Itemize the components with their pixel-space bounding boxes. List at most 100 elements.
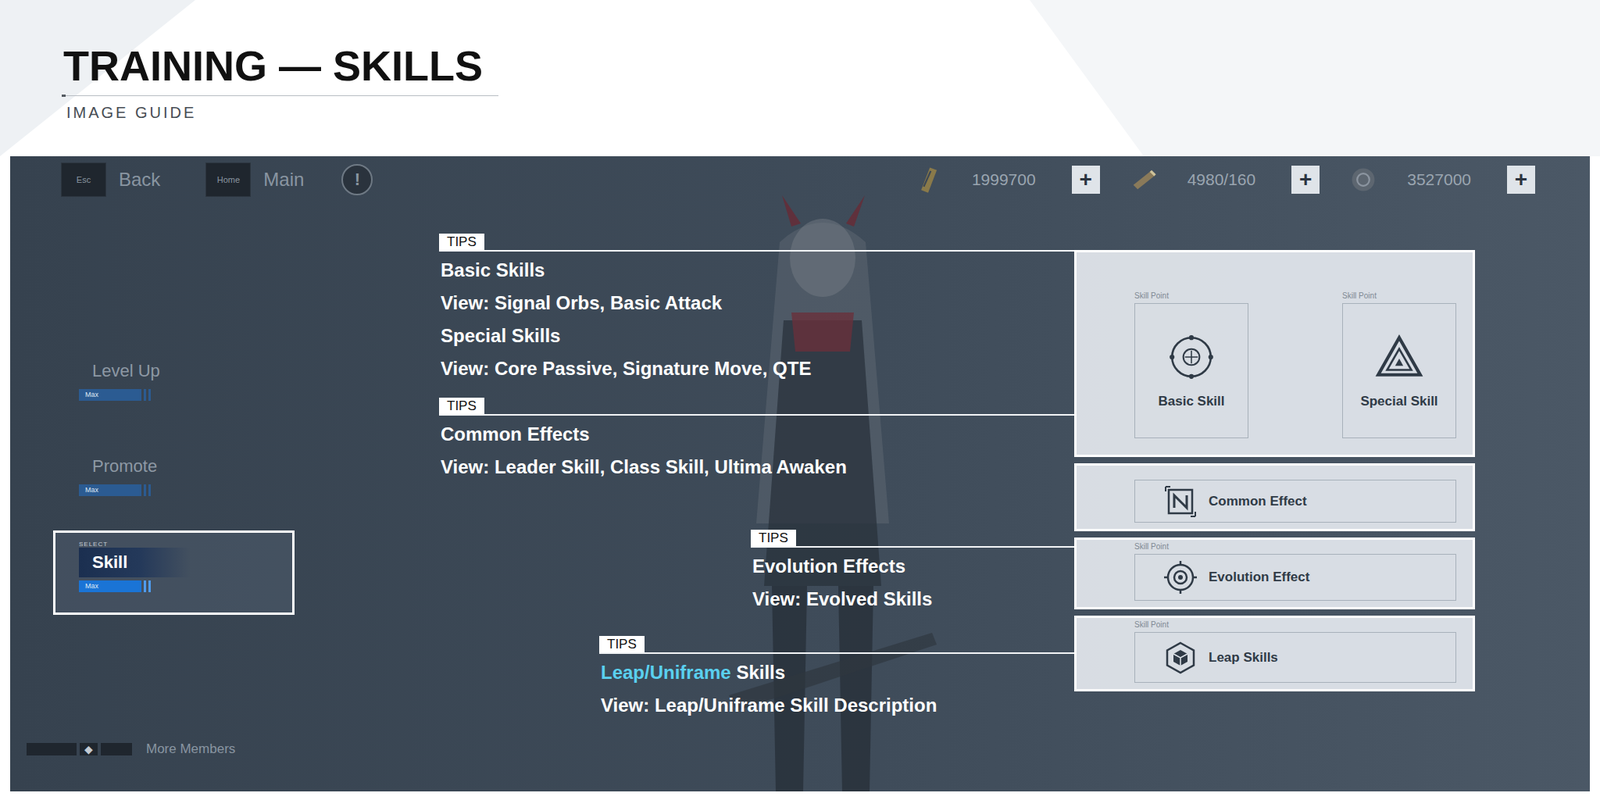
ticket-icon	[912, 164, 944, 196]
pointer-line	[439, 414, 1075, 416]
tip-text: View: Core Passive, Signature Move, QTE	[440, 352, 811, 386]
bar-track: Max	[78, 484, 142, 497]
level-bar: Max	[78, 484, 151, 497]
tip-text-part: View: Core Passive, Signature Move, QTE	[440, 357, 811, 379]
skill-row-panel: Common Effect	[1074, 463, 1475, 532]
skill-card-wrap: Skill Point Special Skill	[1342, 291, 1457, 455]
menu-label: Promote	[78, 451, 220, 482]
tips-tag: TIPS	[750, 529, 797, 547]
image-guide-page: TRAINING — SKILLS IMAGE GUIDE Esc Back Home M…	[0, 0, 1600, 800]
coin-icon	[1347, 164, 1379, 196]
tip-text-part: Common Effects	[440, 423, 590, 445]
tip-text: View: Leap/Uniframe Skill Description	[600, 689, 937, 722]
skill-main-panel: Skill Point Basic Skill Skill Point Special…	[1074, 250, 1475, 458]
guide-header: TRAINING — SKILLS IMAGE GUIDE	[0, 0, 1600, 157]
menu-item[interactable]: Promote Max	[53, 435, 295, 520]
add-button[interactable]: +	[1507, 165, 1536, 194]
skill-card-label: Special Skill	[1360, 393, 1438, 410]
menu-item[interactable]: SELECTSkill Max	[53, 530, 295, 615]
tip-text: Special Skills	[440, 319, 811, 353]
skill-point-label: Skill Point	[1134, 620, 1457, 630]
menu-label: Level Up	[78, 356, 223, 386]
tip-text-part: View: Signal Orbs, Basic Attack	[440, 292, 722, 314]
tip-body: Leap/Uniframe SkillsView: Leap/Uniframe …	[599, 656, 937, 722]
select-tag: SELECT	[78, 540, 108, 548]
max-badge: Max	[85, 485, 99, 495]
tips-tag: TIPS	[439, 397, 485, 415]
alert-icon[interactable]: !	[341, 164, 373, 196]
bar-tick	[148, 389, 151, 401]
tip-text: Evolution Effects	[752, 550, 933, 583]
tip-text-part: View: Leader Skill, Class Skill, Ultima …	[440, 456, 847, 478]
tip-body: Evolution Effects View: Evolved Skills	[750, 550, 933, 616]
top-bar: Esc Back Home Main! 1999700+ 4980/160+ 3527000…	[10, 156, 1590, 204]
key-cap: Esc	[60, 162, 107, 197]
menu-item[interactable]: Level Up Max	[53, 339, 295, 425]
bar-track: Max	[78, 580, 142, 593]
tip-text: Basic Skills	[440, 253, 811, 287]
nav-button[interactable]: Esc Back	[60, 162, 161, 197]
tip-text-part: View: Evolved Skills	[752, 588, 933, 610]
skill-row-label: Leap Skills	[1208, 650, 1279, 666]
skill-row[interactable]: Evolution Effect	[1134, 553, 1457, 601]
tips-tag: TIPS	[599, 635, 645, 653]
resource-counter: 3527000+	[1347, 164, 1536, 196]
leap-skill-icon	[1163, 640, 1198, 675]
orb-icon	[1167, 332, 1216, 382]
tips-tag: TIPS	[439, 233, 485, 250]
resource-counter: 1999700+	[912, 164, 1100, 196]
skill-card[interactable]: Basic Skill	[1134, 303, 1249, 439]
tip-text: View: Leader Skill, Class Skill, Ultima …	[440, 450, 847, 484]
skill-row[interactable]: Leap Skills	[1134, 632, 1457, 683]
menu-label: Skill	[78, 547, 190, 578]
skill-point-label: Skill Point	[1342, 291, 1457, 301]
evolution-effect-icon	[1163, 560, 1198, 595]
tip-text: Common Effects	[440, 417, 847, 451]
more-members-label: More Members	[146, 741, 236, 758]
skill-row[interactable]: Common Effect	[1134, 479, 1457, 523]
tip-callout: TIPSLeap/Uniframe SkillsView: Leap/Unifr…	[599, 635, 1075, 722]
more-members-button[interactable]: ◆More Members	[26, 741, 295, 758]
tip-callout: TIPS Basic Skills View: Signal Orbs, Basic…	[439, 233, 1075, 386]
tip-text: View: Evolved Skills	[752, 582, 933, 616]
skill-row-panel: Skill Point Leap Skills	[1074, 615, 1475, 692]
tip-callout: TIPS Evolution Effects View: Evolved Skill…	[750, 529, 1075, 616]
tip-text: View: Signal Orbs, Basic Attack	[440, 286, 811, 320]
level-bar: Max	[78, 389, 151, 401]
triangle-icon	[1375, 332, 1424, 382]
guide-subtitle: IMAGE GUIDE	[63, 103, 1600, 122]
skill-panels: Skill Point Basic Skill Skill Point Special…	[1074, 250, 1475, 692]
key-cap: Home	[205, 162, 251, 197]
game-screenshot: Esc Back Home Main! 1999700+ 4980/160+ 3527000…	[10, 156, 1590, 792]
skill-card[interactable]: Special Skill	[1342, 303, 1457, 439]
skill-point-label: Skill Point	[1134, 542, 1457, 552]
title-block: TRAINING — SKILLS	[63, 40, 499, 97]
max-badge: Max	[85, 582, 99, 591]
bar-tick	[148, 484, 151, 497]
bar-tick	[143, 389, 147, 401]
pointer-line	[750, 546, 1075, 548]
bar-tick	[143, 580, 147, 593]
pointer-line	[599, 652, 1075, 654]
pointer-line	[439, 250, 1075, 252]
add-button[interactable]: +	[1071, 165, 1100, 194]
skill-row-panel: Skill PointEvolution Effect	[1074, 537, 1475, 610]
bar-tick	[143, 484, 147, 497]
tip-text-part: Special Skills	[440, 325, 561, 347]
nav-button[interactable]: Home Main	[205, 162, 304, 197]
common-effect-icon	[1163, 484, 1198, 519]
tip-text: Leap/Uniframe Skills	[600, 656, 937, 690]
nav-label: Main	[263, 168, 304, 191]
training-menu: Level Up Max Promote Max SELECTSkill Max ◆More…	[10, 203, 295, 792]
add-button[interactable]: +	[1291, 165, 1320, 194]
skill-point-label: Skill Point	[1134, 291, 1249, 301]
skill-card-wrap: Skill Point Basic Skill	[1134, 291, 1249, 455]
skill-card-label: Basic Skill	[1157, 393, 1225, 410]
guide-title: TRAINING — SKILLS	[63, 40, 499, 91]
bar-tick	[148, 580, 151, 593]
resource-counter: 4980/160+	[1128, 164, 1321, 196]
tip-text-part: Skills	[731, 661, 786, 683]
max-badge: Max	[85, 390, 99, 400]
tip-text-part: Leap/Uniframe	[600, 661, 732, 683]
nav-label: Back	[118, 168, 161, 191]
